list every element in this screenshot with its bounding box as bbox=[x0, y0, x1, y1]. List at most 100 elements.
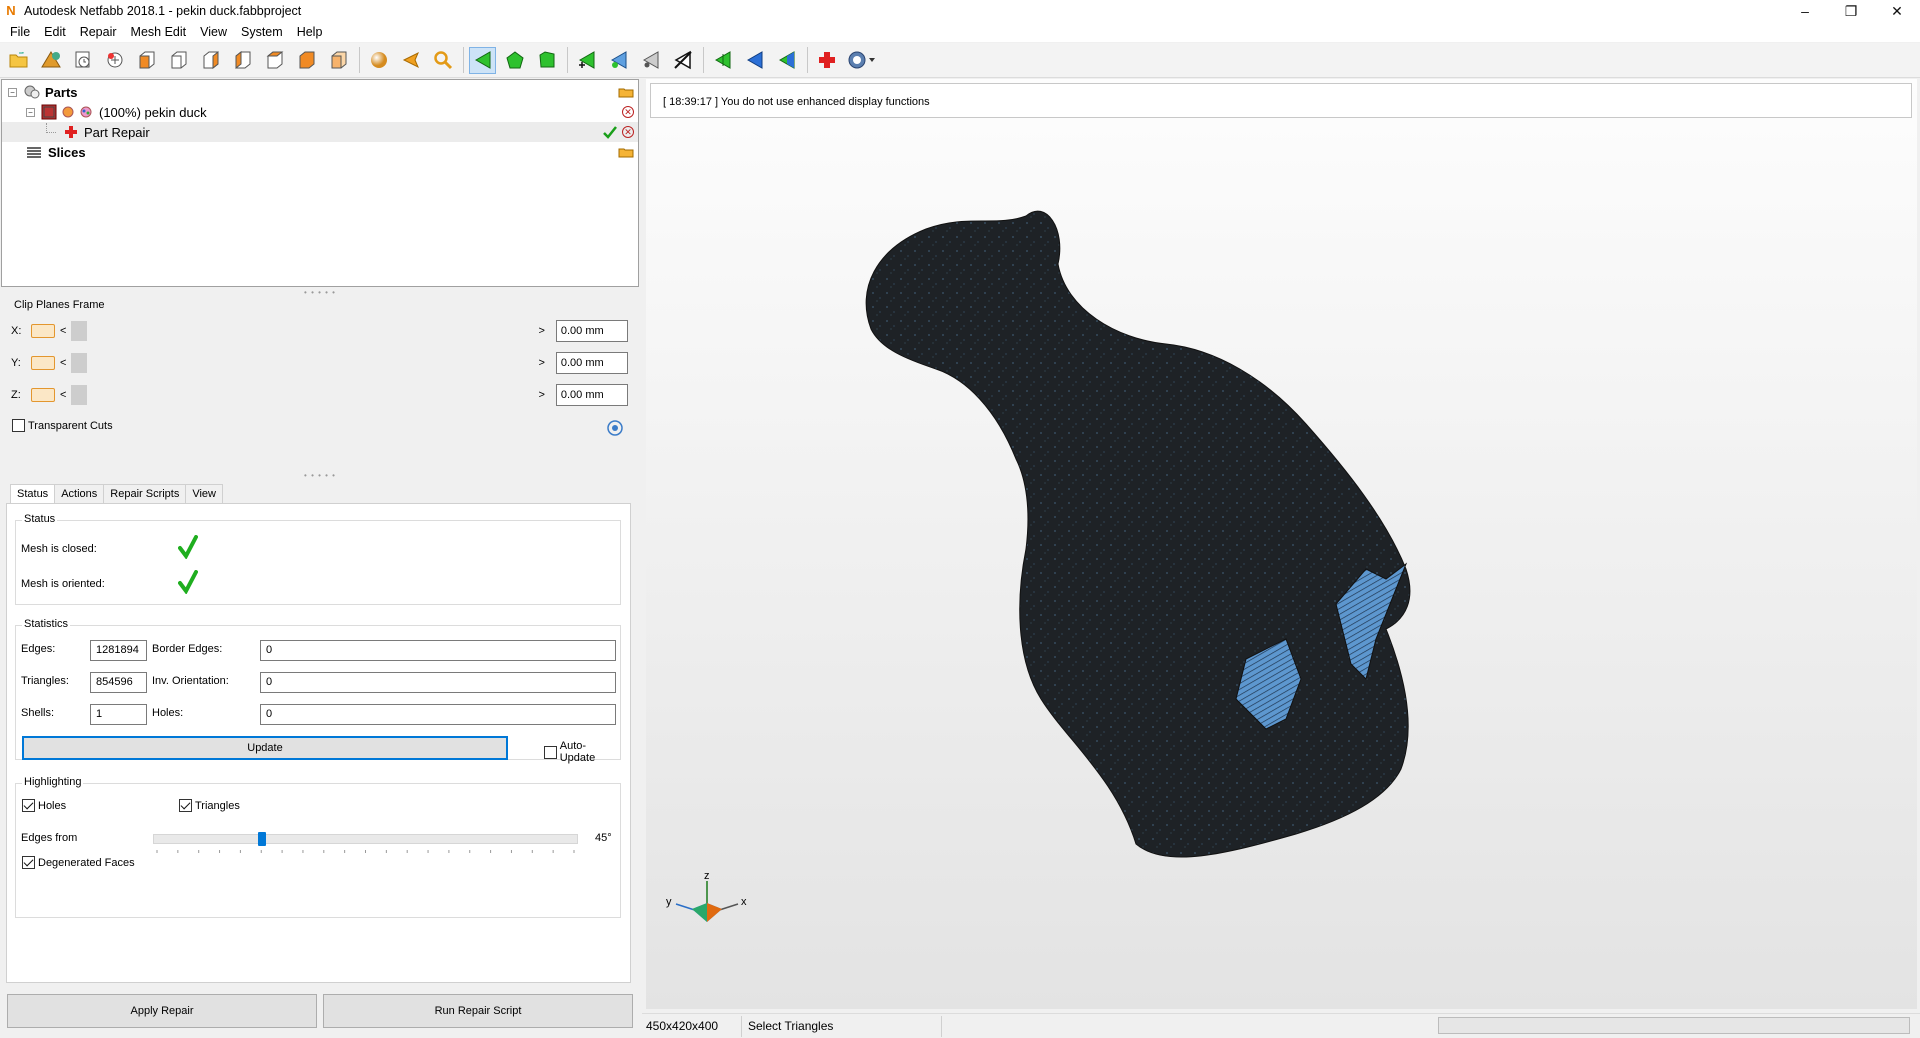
menu-view[interactable]: View bbox=[193, 22, 234, 42]
repair-cross-icon[interactable] bbox=[813, 47, 840, 74]
clip-slider-x[interactable] bbox=[71, 321, 534, 341]
tab-repair-scripts[interactable]: Repair Scripts bbox=[103, 484, 187, 504]
restore-button[interactable]: ❐ bbox=[1828, 0, 1874, 22]
remove-triangle-icon[interactable] bbox=[605, 47, 632, 74]
add-triangle-icon[interactable] bbox=[573, 47, 600, 74]
clip-right-arrow[interactable]: > bbox=[538, 325, 544, 337]
splitter-grip[interactable]: • • • • • bbox=[0, 288, 640, 297]
toolbar-separator bbox=[807, 47, 808, 73]
degenerated-checkbox[interactable] bbox=[22, 856, 35, 869]
edges-field[interactable]: 1281894 bbox=[90, 640, 147, 661]
view-back-icon[interactable] bbox=[165, 47, 192, 74]
close-button[interactable]: ✕ bbox=[1874, 0, 1920, 22]
view-left-icon[interactable] bbox=[197, 47, 224, 74]
tab-actions[interactable]: Actions bbox=[54, 484, 105, 504]
clip-toggle-x[interactable] bbox=[31, 324, 55, 338]
select-surface-icon[interactable] bbox=[501, 47, 528, 74]
tree-row-parts[interactable]: − Parts bbox=[2, 82, 638, 102]
degenerated-option[interactable]: Degenerated Faces bbox=[22, 856, 135, 869]
3d-viewport[interactable]: [ 18:39:17 ] You do not use enhanced dis… bbox=[646, 79, 1917, 1009]
sphere-icon[interactable] bbox=[365, 47, 392, 74]
menu-help[interactable]: Help bbox=[290, 22, 330, 42]
tree-connector bbox=[46, 123, 56, 133]
tree-row-part-repair[interactable]: Part Repair ✕ bbox=[2, 122, 638, 142]
tab-view[interactable]: View bbox=[185, 484, 223, 504]
remove-part-icon[interactable]: ✕ bbox=[622, 106, 634, 118]
menu-mesh-edit[interactable]: Mesh Edit bbox=[124, 22, 194, 42]
move-point-icon[interactable] bbox=[637, 47, 664, 74]
view-iso-icon[interactable] bbox=[325, 47, 352, 74]
select-triangle-icon[interactable] bbox=[469, 46, 496, 74]
folder-icon[interactable] bbox=[618, 146, 634, 158]
save-icon[interactable] bbox=[69, 47, 96, 74]
select-shell-icon[interactable] bbox=[533, 47, 560, 74]
holes-option[interactable]: Holes bbox=[22, 799, 66, 812]
clip-slider-y[interactable] bbox=[71, 353, 534, 373]
apply-repair-button[interactable]: Apply Repair bbox=[7, 994, 317, 1028]
holes-field[interactable]: 0 bbox=[260, 704, 616, 725]
triangle-blue-icon[interactable] bbox=[741, 47, 768, 74]
cut-icon[interactable] bbox=[669, 47, 696, 74]
clip-right-arrow[interactable]: > bbox=[538, 389, 544, 401]
add-part-icon[interactable] bbox=[37, 47, 64, 74]
tree-row-part[interactable]: − (100%) pekin duck ✕ bbox=[2, 102, 638, 122]
slider-thumb[interactable] bbox=[71, 385, 88, 405]
help-dropdown-icon[interactable] bbox=[845, 47, 879, 74]
update-button[interactable]: Update bbox=[22, 736, 508, 760]
menu-edit[interactable]: Edit bbox=[37, 22, 73, 42]
collapse-icon[interactable]: − bbox=[26, 107, 35, 117]
slider-thumb[interactable] bbox=[258, 832, 266, 846]
slider-thumb[interactable] bbox=[71, 353, 88, 373]
new-project-icon[interactable] bbox=[101, 47, 128, 74]
clip-toggle-y[interactable] bbox=[31, 356, 55, 370]
auto-update-checkbox[interactable] bbox=[544, 745, 557, 759]
shells-field[interactable]: 1 bbox=[90, 704, 147, 725]
border-edges-field[interactable]: 0 bbox=[260, 640, 616, 661]
folder-icon[interactable] bbox=[618, 86, 634, 98]
triangles-option[interactable]: Triangles bbox=[179, 799, 240, 812]
reset-clip-icon[interactable] bbox=[606, 419, 624, 437]
view-bottom-icon[interactable] bbox=[293, 47, 320, 74]
edges-from-slider[interactable] bbox=[153, 832, 578, 846]
slider-thumb[interactable] bbox=[71, 321, 88, 341]
menu-file[interactable]: File bbox=[3, 22, 37, 42]
triangle-mixed-icon[interactable] bbox=[773, 47, 800, 74]
cancel-repair-icon[interactable]: ✕ bbox=[622, 126, 634, 138]
transparent-cuts-option[interactable]: Transparent Cuts bbox=[12, 419, 113, 432]
collapse-icon[interactable]: − bbox=[8, 87, 17, 97]
inv-orientation-label: Inv. Orientation: bbox=[152, 675, 229, 687]
view-top-icon[interactable] bbox=[261, 47, 288, 74]
menu-system[interactable]: System bbox=[234, 22, 290, 42]
clip-value-y[interactable] bbox=[555, 352, 628, 374]
apply-check-icon[interactable] bbox=[602, 125, 618, 139]
clip-right-arrow[interactable]: > bbox=[538, 357, 544, 369]
clip-left-arrow[interactable]: < bbox=[60, 389, 66, 401]
clip-left-arrow[interactable]: < bbox=[60, 325, 66, 337]
clip-left-arrow[interactable]: < bbox=[60, 357, 66, 369]
zoom-icon[interactable] bbox=[429, 47, 456, 74]
splitter-grip[interactable]: • • • • • bbox=[0, 471, 640, 480]
holes-checkbox[interactable] bbox=[22, 799, 35, 812]
arrow-left-icon[interactable] bbox=[397, 47, 424, 74]
title-bar: N Autodesk Netfabb 2018.1 - pekin duck.f… bbox=[0, 0, 1920, 22]
transparent-cuts-checkbox[interactable] bbox=[12, 419, 25, 432]
view-front-icon[interactable] bbox=[133, 47, 160, 74]
status-bar: 450x420x400 Select Triangles bbox=[642, 1013, 1920, 1038]
clip-value-z[interactable] bbox=[555, 384, 628, 406]
clip-value-x[interactable] bbox=[555, 320, 628, 342]
open-folder-icon[interactable] bbox=[5, 47, 32, 74]
clip-slider-z[interactable] bbox=[71, 385, 534, 405]
inv-orientation-field[interactable]: 0 bbox=[260, 672, 616, 693]
triangles-field[interactable]: 854596 bbox=[90, 672, 147, 693]
triangles-checkbox[interactable] bbox=[179, 799, 192, 812]
run-repair-script-button[interactable]: Run Repair Script bbox=[323, 994, 633, 1028]
tree-row-slices[interactable]: Slices bbox=[2, 142, 638, 162]
minimize-button[interactable]: – bbox=[1782, 0, 1828, 22]
clip-toggle-z[interactable] bbox=[31, 388, 55, 402]
menu-repair[interactable]: Repair bbox=[73, 22, 124, 42]
auto-update-option[interactable]: Auto-Update bbox=[544, 740, 620, 764]
triangle-green-icon[interactable] bbox=[709, 47, 736, 74]
view-right-icon[interactable] bbox=[229, 47, 256, 74]
duck-model[interactable] bbox=[646, 79, 1917, 1009]
tab-status[interactable]: Status bbox=[10, 484, 56, 505]
